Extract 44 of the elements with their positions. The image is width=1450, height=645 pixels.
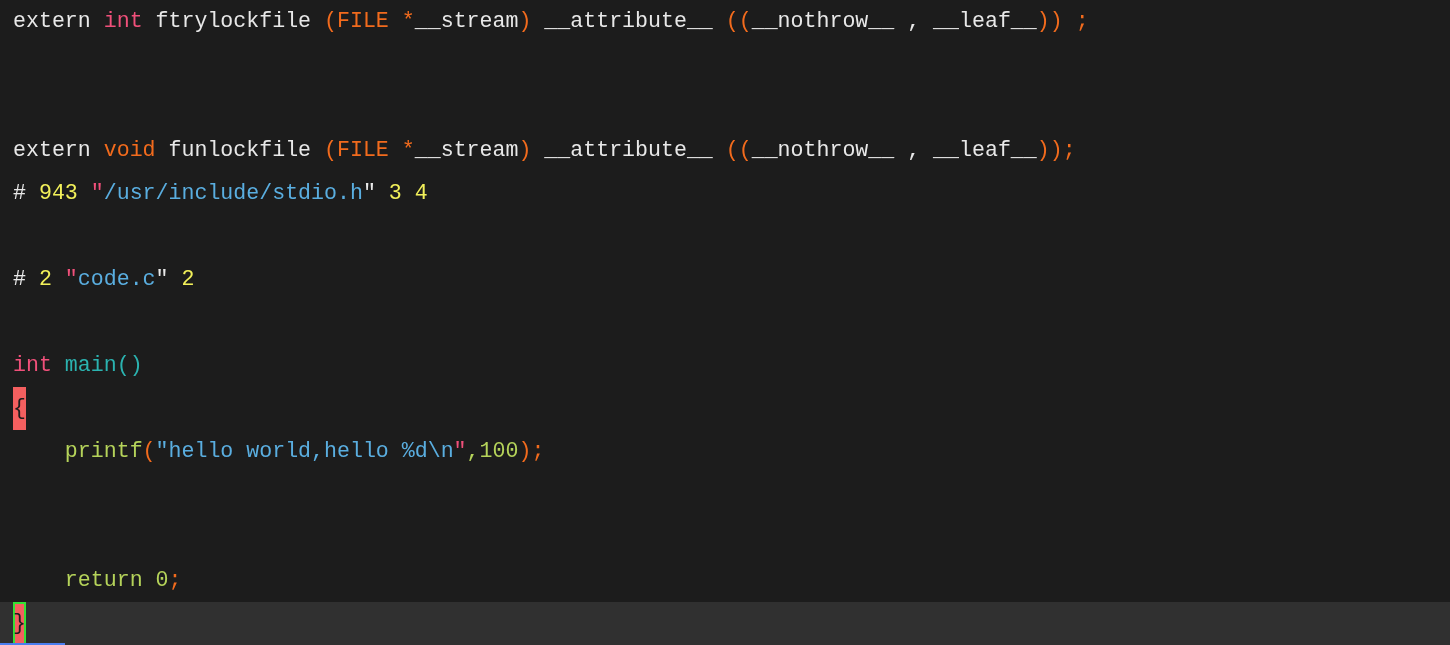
code-text: int [103, 8, 143, 35]
code-text: __attribute__ [543, 137, 714, 164]
code-text: (( [725, 137, 752, 164]
code-text: extern [13, 8, 92, 35]
code-text: " [64, 266, 78, 293]
code-text: ) [518, 8, 532, 35]
code-text: funlockfile [167, 137, 313, 164]
code-text: 3 4 [387, 180, 428, 207]
code-text: " [90, 180, 104, 207]
code-text: void [103, 137, 156, 164]
code-text: ( [142, 438, 156, 465]
code-text: /usr/include/stdio.h [103, 180, 363, 207]
code-text: # [13, 180, 27, 207]
code-text: __nothrow__ , __leaf__ [751, 8, 1037, 35]
code-text: " [362, 180, 376, 207]
code-text: extern [13, 137, 92, 164]
code-text: "hello world,hello %d\n [155, 438, 454, 465]
code-text: __stream [414, 137, 519, 164]
code-text: (FILE * [324, 8, 415, 35]
code-text: (( [725, 8, 752, 35]
code-text: 943 [38, 180, 79, 207]
code-text: (FILE * [324, 137, 415, 164]
code-text: ,100 [466, 438, 519, 465]
mode-indicator [0, 643, 65, 645]
code-text: ); [518, 438, 545, 465]
code-text: __nothrow__ , __leaf__ [751, 137, 1037, 164]
code-text: ; [168, 567, 182, 594]
code-text: __attribute__ [543, 8, 714, 35]
code-text: __stream [414, 8, 519, 35]
matched-bracket: { [13, 387, 26, 430]
code-text: 2 [38, 266, 53, 293]
code-text: ftrylockfile [154, 8, 313, 35]
code-text: code.c [77, 266, 156, 293]
code-text: )); [1036, 137, 1076, 164]
code-text: 2 [180, 266, 195, 293]
code-text: printf [63, 438, 143, 465]
code-text: int [13, 352, 52, 379]
code-text: " [155, 266, 169, 293]
code-text: # [13, 266, 27, 293]
code-text: ) [518, 137, 532, 164]
code-text: return 0 [63, 567, 169, 594]
code-text: )) ; [1036, 8, 1089, 35]
code-text: main() [63, 352, 143, 379]
code-text: " [453, 438, 467, 465]
